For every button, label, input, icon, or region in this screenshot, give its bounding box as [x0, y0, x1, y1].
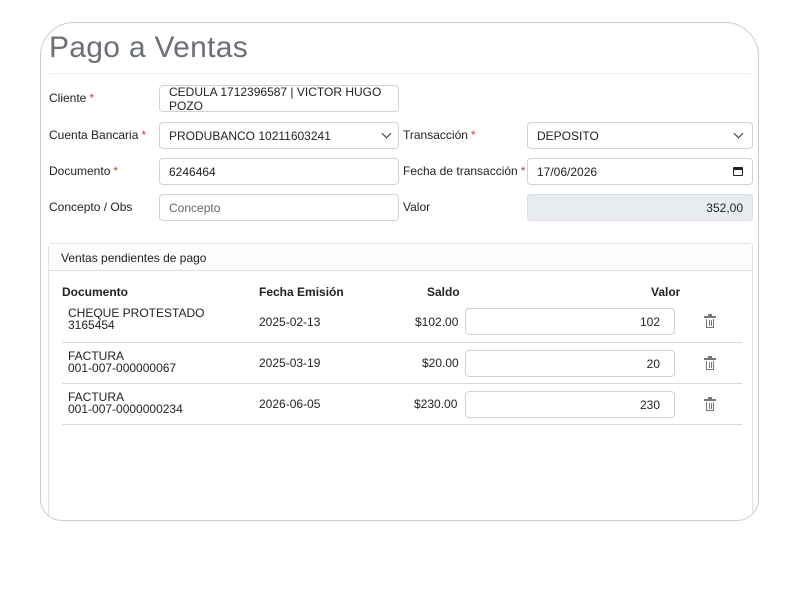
trash-icon[interactable] [704, 356, 716, 370]
ventas-pendientes-panel: Ventas pendientes de pago Documento Fech… [48, 243, 753, 520]
doc-cell: FACTURA 001-007-000000067 [62, 350, 242, 376]
cuenta-label: Cuenta Bancaria * [49, 128, 147, 142]
col-valor: Valor [651, 285, 681, 299]
transaccion-value: DEPOSITO [537, 128, 599, 143]
concepto-placeholder: Concepto [169, 200, 221, 215]
fecha-value: 17/06/2026 [537, 164, 598, 179]
col-saldo: Saldo [427, 285, 460, 299]
concepto-label: Concepto / Obs [49, 200, 133, 214]
fecha-input[interactable]: 17/06/2026 [527, 158, 753, 185]
title-divider [49, 73, 750, 74]
valor-value: 102 [639, 314, 660, 329]
trash-icon[interactable] [704, 397, 716, 411]
doc-cell: CHEQUE PROTESTADO 3165454 [62, 307, 242, 333]
table-row: FACTURA 001-007-0000000234 2026-06-05 $2… [62, 384, 742, 425]
page-title: Pago a Ventas [49, 31, 249, 64]
table-row: CHEQUE PROTESTADO 3165454 2025-02-13 $10… [62, 302, 742, 343]
saldo-cell: $230.00 [414, 397, 458, 411]
saldo-cell: $102.00 [415, 315, 459, 329]
cliente-field[interactable]: CEDULA 1712396587 | VICTOR HUGO POZO [159, 84, 399, 113]
valor-total-value: 352,00 [706, 200, 743, 215]
fecha-cell: 2025-02-13 [259, 315, 321, 329]
cuenta-select[interactable]: PRODUBANCO 10211603241 [159, 122, 399, 149]
payment-card: Pago a Ventas Cliente * CEDULA 1712396587… [40, 22, 759, 521]
valor-input[interactable]: 230 [465, 391, 675, 418]
saldo-cell: $20.00 [422, 356, 459, 370]
cliente-label: Cliente * [49, 91, 95, 105]
col-documento: Documento [62, 285, 128, 299]
col-fecha: Fecha Emisión [259, 285, 344, 299]
documento-label: Documento * [49, 164, 119, 178]
valor-value: 20 [646, 356, 660, 371]
valor-input[interactable]: 20 [465, 350, 675, 377]
valor-value: 230 [639, 397, 660, 412]
valor-input[interactable]: 102 [465, 308, 675, 335]
valor-label: Valor [403, 200, 431, 214]
concepto-input[interactable]: Concepto [159, 194, 399, 221]
chevron-down-icon [733, 128, 744, 139]
panel-title: Ventas pendientes de pago [49, 244, 752, 271]
documento-input[interactable]: 6246464 [159, 158, 399, 185]
valor-total-field: 352,00 [527, 194, 753, 221]
chevron-down-icon [381, 128, 392, 139]
documento-value: 6246464 [169, 164, 216, 179]
fecha-label: Fecha de transacción * [403, 164, 526, 178]
transaccion-select[interactable]: DEPOSITO [527, 122, 753, 149]
doc-number: 001-007-000000067 [68, 361, 177, 375]
table-row: FACTURA 001-007-000000067 2025-03-19 $20… [62, 343, 742, 384]
transaccion-label: Transacción * [403, 128, 476, 142]
doc-number: 3165454 [68, 318, 115, 332]
cliente-value: CEDULA 1712396587 | VICTOR HUGO POZO [169, 84, 382, 113]
calendar-icon[interactable] [733, 167, 743, 176]
doc-number: 001-007-0000000234 [68, 402, 183, 416]
cuenta-value: PRODUBANCO 10211603241 [169, 128, 331, 143]
fecha-cell: 2025-03-19 [259, 356, 321, 370]
fecha-cell: 2026-06-05 [259, 397, 321, 411]
trash-icon[interactable] [704, 314, 716, 328]
doc-cell: FACTURA 001-007-0000000234 [62, 391, 242, 417]
